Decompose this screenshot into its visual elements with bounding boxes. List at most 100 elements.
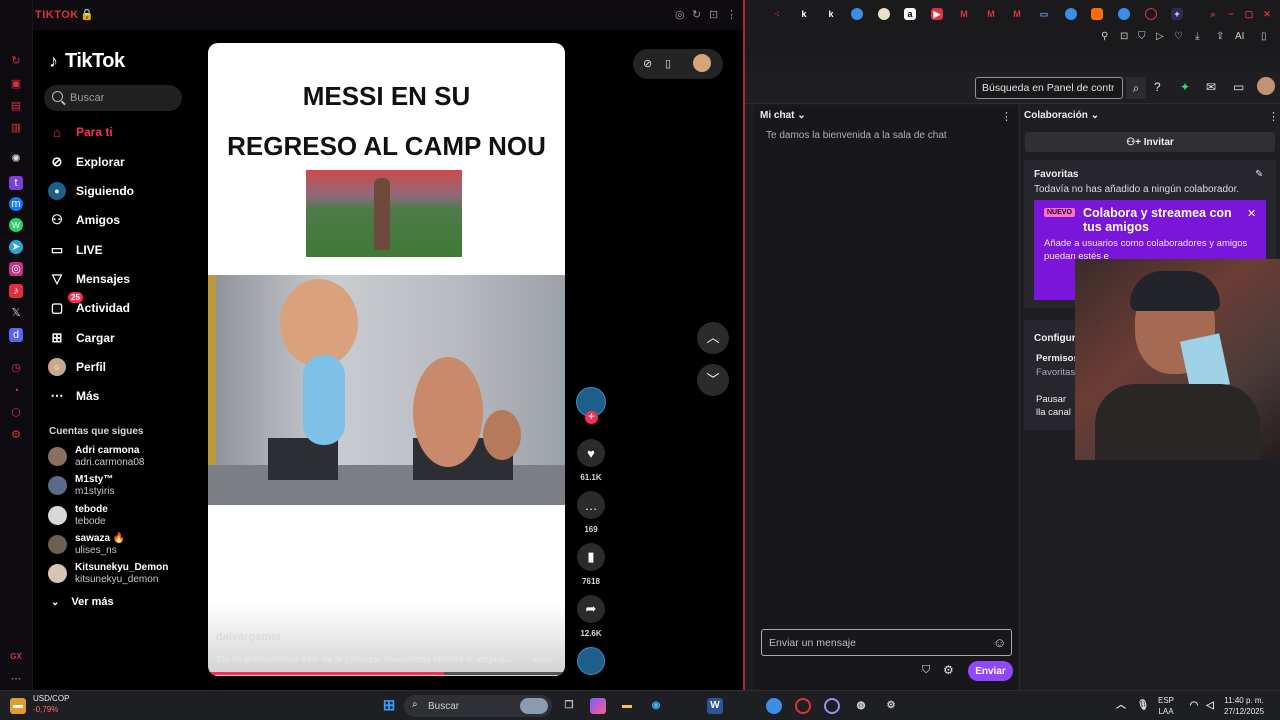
windows-start-icon[interactable]: ⊞ (381, 698, 397, 714)
clock[interactable]: 11:40 p. m. 27/12/2025 (1224, 695, 1264, 717)
pin-icon[interactable]: ⚲ (1101, 31, 1108, 42)
ai-icon[interactable]: AI (1235, 31, 1244, 42)
close-icon[interactable]: ✕ (1261, 8, 1273, 20)
pin-icon[interactable]: ⊡ (709, 8, 718, 21)
app-icon[interactable] (824, 698, 840, 714)
language-indicator[interactable]: ESP LAA (1158, 695, 1174, 717)
settings-icon[interactable]: ⚙ (9, 428, 23, 442)
task-view-icon[interactable]: ❐ (561, 698, 577, 714)
chatgpt-icon[interactable]: ✺ (9, 152, 23, 166)
shield-icon[interactable]: ⬡ (9, 406, 23, 420)
sparkle-icon[interactable]: ✦ (1180, 80, 1190, 94)
player-icon[interactable]: ▥ (9, 121, 23, 135)
play-icon[interactable]: ▷ (1156, 31, 1164, 42)
music-disc-icon[interactable] (577, 647, 605, 675)
chrome-icon[interactable] (766, 698, 782, 714)
youtube-tab-icon[interactable]: ▶ (931, 8, 943, 20)
share-action[interactable]: ➦ 12.6K (576, 595, 606, 638)
stock-widget-icon[interactable]: ▬ (10, 698, 26, 714)
search-icon[interactable]: ⌕ (1207, 8, 1219, 20)
history-icon[interactable]: ◷ (9, 361, 23, 375)
refresh-icon[interactable]: ↻ (9, 54, 23, 68)
obs-icon[interactable]: ◍ (853, 698, 869, 714)
tab-icon[interactable] (1091, 8, 1103, 20)
amazon-tab-icon[interactable]: a (904, 8, 916, 20)
whispers-icon[interactable]: ▭ (1233, 80, 1244, 94)
emoji-icon[interactable]: ☺ (993, 635, 1006, 650)
comment-icon[interactable]: … (577, 491, 605, 519)
caption-more-link[interactable]: más (534, 654, 552, 664)
search-box[interactable] (44, 85, 182, 111)
chat-header[interactable]: Mi chat ⌄ (760, 110, 806, 121)
chrome-tab-icon[interactable] (851, 8, 863, 20)
telegram-icon[interactable]: ➤ (9, 240, 23, 254)
share-icon[interactable]: ⇪ (1216, 31, 1224, 42)
new-tab-icon[interactable]: + (1171, 8, 1183, 20)
nav-siguiendo[interactable]: ● Siguiendo (48, 179, 134, 203)
tab-icon[interactable]: ⁖ (771, 8, 783, 20)
nav-actividad[interactable]: ▢ Actividad 25 (48, 292, 130, 320)
copilot-icon[interactable] (590, 698, 606, 714)
tiktok-logo[interactable]: ♪ TikTok (49, 50, 125, 73)
volume-icon[interactable]: ◁ (1202, 698, 1218, 714)
sidebar-toggle-icon[interactable]: ▯ (1261, 31, 1267, 42)
more-icon[interactable]: ⋯ (9, 672, 23, 686)
download-icon[interactable]: ⤓ (1195, 31, 1199, 42)
video-author[interactable]: daivargamer (216, 631, 281, 643)
x-icon[interactable]: 𝕏 (9, 306, 23, 320)
word-icon[interactable]: W (707, 698, 723, 714)
nav-explorar[interactable]: ⊘ Explorar (48, 150, 125, 174)
comment-action[interactable]: … 169 (576, 491, 606, 534)
nav-para-ti[interactable]: ⌂ Para ti (48, 120, 113, 144)
follow-plus-button[interactable]: + (585, 411, 598, 424)
settings-icon[interactable]: ⚙ (943, 663, 954, 677)
tab-icon[interactable]: ▭ (1038, 8, 1050, 20)
invite-button[interactable]: ⚇+ Invitar (1025, 132, 1275, 152)
messenger-icon[interactable]: ▤ (9, 99, 23, 113)
gx-label[interactable]: GX (9, 650, 23, 664)
video-player[interactable]: MESSI EN SU REGRESO AL CAMP NOU daivarga… (208, 43, 565, 676)
nav-mensajes[interactable]: ▽ Mensajes (48, 267, 130, 291)
screenshot-icon[interactable]: ⊡ (1120, 31, 1128, 42)
control-panel-search-input[interactable] (976, 78, 1114, 98)
close-icon[interactable]: ✕ (1247, 207, 1256, 220)
microphone-icon[interactable]: 🎙 (1135, 698, 1151, 714)
chat-message-input[interactable] (762, 630, 982, 655)
tab-icon[interactable] (878, 8, 890, 20)
send-button[interactable]: Enviar (968, 661, 1013, 681)
collab-header[interactable]: Colaboración ⌄ (1024, 110, 1099, 121)
opera-gx-icon[interactable] (795, 698, 811, 714)
control-panel-search[interactable] (975, 77, 1123, 99)
profile-avatar-icon[interactable] (693, 54, 711, 72)
nav-cargar[interactable]: ⊞ Cargar (48, 326, 115, 350)
chat-menu-dots-icon[interactable]: ⋮ (1001, 110, 1012, 123)
taskbar-search-input[interactable] (428, 695, 518, 717)
inbox-icon[interactable]: ✉ (1206, 80, 1216, 94)
shield-icon[interactable]: ⛉ (1138, 31, 1146, 42)
tab-icon[interactable]: k (798, 8, 810, 20)
clock-icon[interactable]: ◔ (9, 384, 23, 398)
twitch-icon[interactable]: ▣ (9, 77, 23, 91)
nav-live[interactable]: ▭ LIVE (48, 238, 103, 262)
tiktok-icon[interactable]: ♪ (9, 284, 23, 298)
nav-amigos[interactable]: ⚇ Amigos (48, 208, 120, 232)
taskbar-search[interactable]: ⌕ (404, 695, 552, 717)
file-explorer-icon[interactable]: ▬ (619, 698, 635, 714)
search-icon[interactable]: ⌕ (1126, 77, 1146, 99)
tab-icon[interactable]: k (825, 8, 837, 20)
edge-icon[interactable]: ◉ (648, 698, 664, 714)
messenger-icon[interactable]: m (9, 197, 23, 211)
like-action[interactable]: ♥ 61.1K (576, 439, 606, 482)
next-video-button[interactable]: ﹀ (697, 364, 729, 396)
permissions-value[interactable]: Favoritas (1036, 367, 1075, 378)
video-progress-bar[interactable] (208, 672, 565, 675)
reload-icon[interactable]: ↻ (692, 8, 701, 21)
bookmark-icon[interactable]: ▮ (577, 543, 605, 571)
collab-menu-dots-icon[interactable]: ⋮ (1268, 110, 1279, 123)
chrome-tab-icon[interactable] (1118, 8, 1130, 20)
device-icon[interactable]: ▯ (665, 57, 671, 70)
twitch-icon[interactable]: t (9, 176, 23, 190)
gmail-tab-icon[interactable]: M (958, 8, 970, 20)
following-account[interactable]: tebode tebode (48, 504, 208, 530)
compass-icon[interactable]: ◎ (675, 8, 685, 21)
